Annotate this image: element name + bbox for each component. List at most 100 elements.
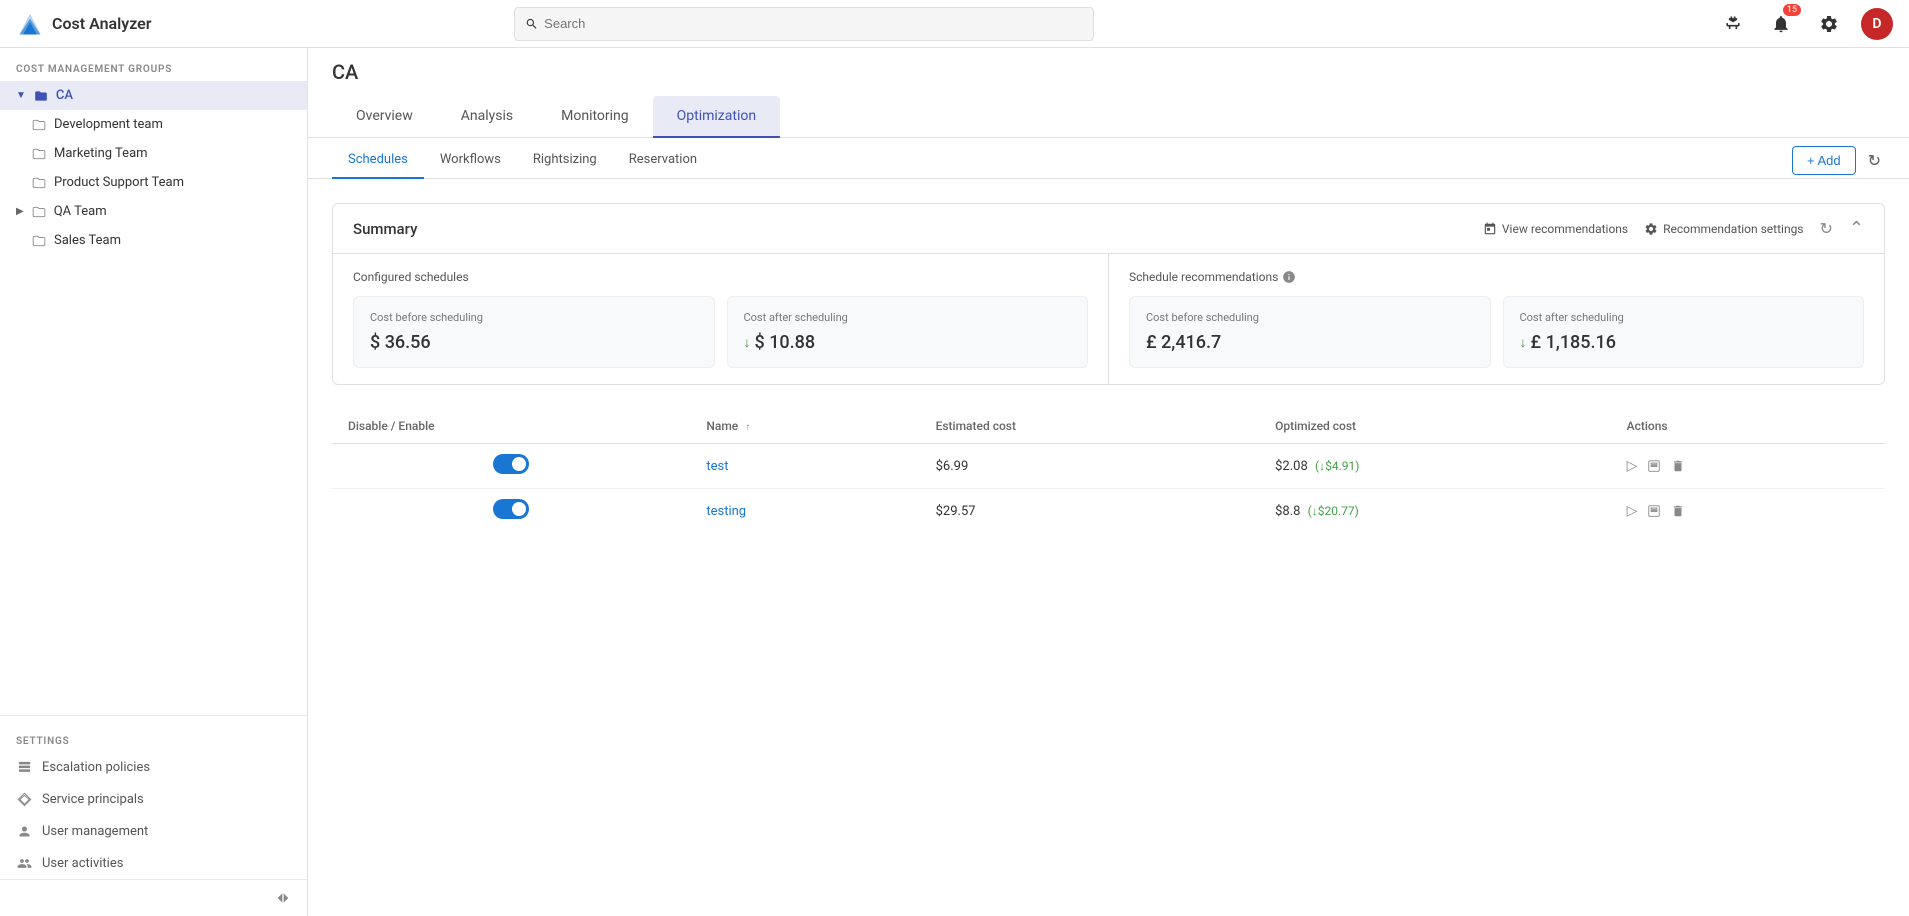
rec-cost-before-card: Cost before scheduling £ 2,416.7 — [1129, 296, 1491, 368]
rec-cost-after-value: ↓ £ 1,185.16 — [1520, 332, 1848, 353]
sidebar-item-dev[interactable]: Development team — [0, 110, 307, 139]
refresh-icon[interactable]: ↻ — [1864, 147, 1885, 174]
delete-icon-testing[interactable] — [1671, 503, 1685, 519]
table-body: test $6.99 $2.08 (↓$4.91) ▷ — [332, 444, 1885, 534]
tab-overview[interactable]: Overview — [332, 96, 437, 138]
add-button[interactable]: + Add — [1792, 146, 1856, 175]
toggle-cell-test — [332, 444, 690, 489]
page-title: CA — [308, 48, 1909, 96]
user-avatar[interactable]: D — [1861, 8, 1893, 40]
notifications-button[interactable]: 15 — [1765, 8, 1797, 40]
folder-icon-dev — [32, 118, 46, 132]
sidebar-item-marketing[interactable]: Marketing Team — [0, 139, 307, 168]
collapse-summary-icon[interactable]: ⌃ — [1849, 218, 1864, 239]
view-recommendations-button[interactable]: View recommendations — [1483, 222, 1628, 236]
run-icon-testing[interactable]: ▷ — [1627, 503, 1638, 519]
recommendation-settings-button[interactable]: Recommendation settings — [1644, 222, 1803, 236]
col-estimated-cost: Estimated cost — [920, 409, 1260, 444]
escalation-label: Escalation policies — [42, 760, 150, 775]
search-input[interactable] — [544, 16, 1082, 31]
optimized-cost-testing: $8.8 (↓$20.77) — [1259, 489, 1611, 534]
content-body: Summary View recommendations Recommendat… — [308, 179, 1909, 916]
notification-badge: 15 — [1783, 4, 1801, 16]
sidebar-item-sales[interactable]: Sales Team — [0, 226, 307, 255]
content-area: CA Overview Analysis Monitoring Optimiza… — [308, 48, 1909, 916]
folder-icon-marketing — [32, 147, 46, 161]
sidebar-item-ca[interactable]: ▼ CA — [0, 81, 307, 110]
announcements-button[interactable] — [1717, 8, 1749, 40]
announcements-icon — [1723, 14, 1743, 34]
summary-header: Summary View recommendations Recommendat… — [333, 204, 1884, 254]
folder-icon-ca — [34, 89, 48, 103]
toggle-testing[interactable] — [493, 499, 529, 519]
run-icon-test[interactable]: ▷ — [1627, 458, 1638, 474]
delete-icon-test[interactable] — [1671, 458, 1685, 474]
subtab-reservation[interactable]: Reservation — [613, 142, 713, 179]
schedule-recommendations-title: Schedule recommendations — [1129, 270, 1864, 284]
navbar: Cost Analyzer 15 D — [0, 0, 1909, 48]
main-tabs: Overview Analysis Monitoring Optimizatio… — [308, 96, 1909, 138]
sidebar-label-dev: Development team — [54, 117, 163, 132]
info-icon — [1282, 270, 1296, 284]
table-row: testing $29.57 $8.8 (↓$20.77) ▷ — [332, 489, 1885, 534]
actions-test: ▷ — [1611, 444, 1885, 489]
user-management-icon — [16, 823, 32, 839]
app-title: Cost Analyzer — [52, 14, 152, 33]
optimized-cost-test: $2.08 (↓$4.91) — [1259, 444, 1611, 489]
sidebar-label-product-support: Product Support Team — [54, 175, 184, 190]
navbar-actions: 15 D — [1717, 8, 1893, 40]
sidebar-collapse-button[interactable] — [0, 879, 307, 916]
calendar-icon — [1483, 222, 1497, 236]
sidebar: COST MANAGEMENT GROUPS ▼ CA Development … — [0, 48, 308, 916]
name-cell-test: test — [690, 444, 919, 489]
subtab-actions: + Add ↻ — [1792, 146, 1885, 175]
subtab-schedules[interactable]: Schedules — [332, 142, 424, 179]
col-actions: Actions — [1611, 409, 1885, 444]
col-name[interactable]: Name ↑ — [690, 409, 919, 444]
view-recommendations-label: View recommendations — [1502, 222, 1628, 236]
sidebar-item-user-activities[interactable]: User activities — [0, 847, 307, 879]
sidebar-item-qa[interactable]: ▶ QA Team — [0, 197, 307, 226]
service-principals-label: Service principals — [42, 792, 144, 807]
name-cell-testing: testing — [690, 489, 919, 534]
toggle-cell-testing — [332, 489, 690, 534]
sub-tabs: Schedules Workflows Rightsizing Reservat… — [308, 138, 1909, 179]
sidebar-item-escalation[interactable]: Escalation policies — [0, 751, 307, 783]
tab-monitoring[interactable]: Monitoring — [537, 96, 653, 138]
search-bar[interactable] — [514, 7, 1094, 41]
rec-cost-after-card: Cost after scheduling ↓ £ 1,185.16 — [1503, 296, 1865, 368]
settings-button[interactable] — [1813, 8, 1845, 40]
summary-section: Summary View recommendations Recommendat… — [332, 203, 1885, 385]
gear-icon — [1819, 14, 1839, 34]
schedule-link-test[interactable]: test — [706, 459, 728, 474]
data-table: Disable / Enable Name ↑ Estimated cost O… — [332, 409, 1885, 533]
cost-after-label-1: Cost after scheduling — [744, 311, 1072, 324]
chevron-down-icon: ▼ — [16, 90, 26, 101]
sidebar-item-product-support[interactable]: Product Support Team — [0, 168, 307, 197]
edit-icon-test[interactable] — [1647, 458, 1661, 474]
refresh-summary-icon[interactable]: ↻ — [1820, 219, 1833, 238]
subtab-workflows[interactable]: Workflows — [424, 142, 517, 179]
recommendation-settings-label: Recommendation settings — [1663, 222, 1803, 236]
sidebar-item-user-management[interactable]: User management — [0, 815, 307, 847]
table-row: test $6.99 $2.08 (↓$4.91) ▷ — [332, 444, 1885, 489]
action-buttons-testing: ▷ — [1627, 503, 1869, 519]
sidebar-label-qa: QA Team — [54, 204, 107, 219]
tab-optimization[interactable]: Optimization — [653, 96, 780, 138]
user-management-label: User management — [42, 824, 148, 839]
tab-analysis[interactable]: Analysis — [437, 96, 537, 138]
savings-testing: (↓$20.77) — [1308, 504, 1359, 518]
main-layout: COST MANAGEMENT GROUPS ▼ CA Development … — [0, 48, 1909, 916]
folder-icon-sales — [32, 234, 46, 248]
subtab-rightsizing[interactable]: Rightsizing — [517, 142, 613, 179]
toggle-test[interactable] — [493, 454, 529, 474]
sidebar-label-sales: Sales Team — [54, 233, 121, 248]
app-logo[interactable]: Cost Analyzer — [16, 10, 196, 38]
user-activities-label: User activities — [42, 856, 123, 871]
summary-body: Configured schedules Cost before schedul… — [333, 254, 1884, 384]
schedule-link-testing[interactable]: testing — [706, 504, 746, 519]
folder-icon-product-support — [32, 176, 46, 190]
sidebar-label-marketing: Marketing Team — [54, 146, 148, 161]
edit-icon-testing[interactable] — [1647, 503, 1661, 519]
sidebar-item-service-principals[interactable]: Service principals — [0, 783, 307, 815]
